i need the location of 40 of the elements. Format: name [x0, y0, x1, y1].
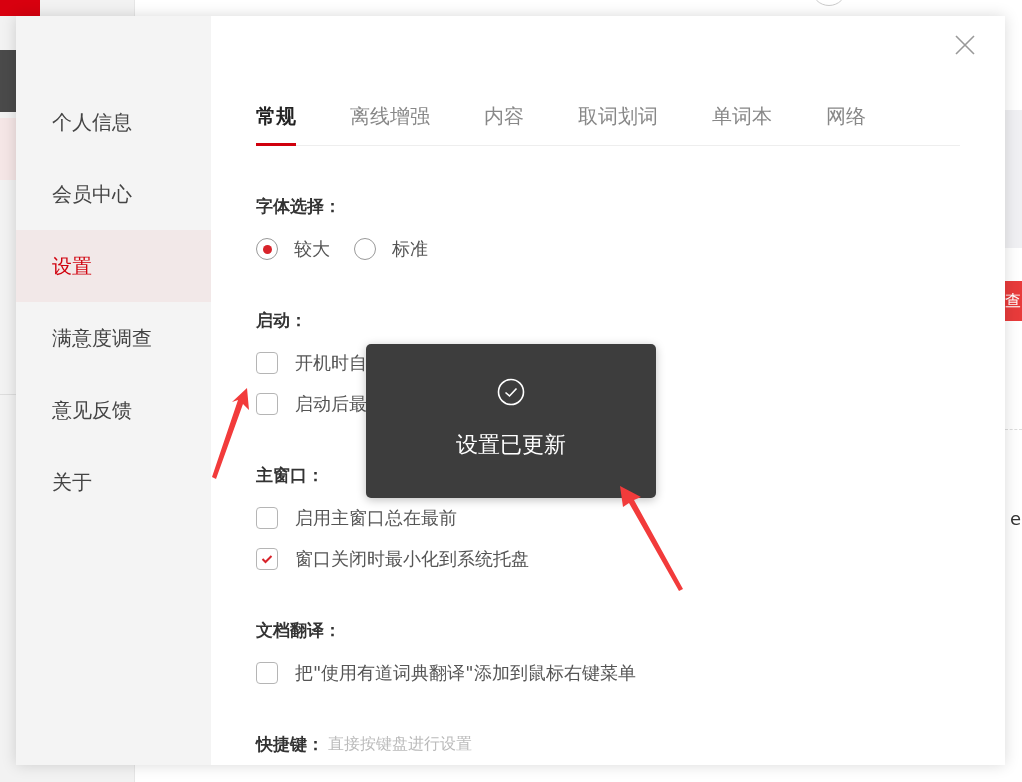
checkbox[interactable]	[256, 393, 278, 415]
section-title: 主窗口：	[256, 464, 324, 487]
checkbox[interactable]	[256, 507, 278, 529]
section-title: 字体选择：	[256, 195, 341, 218]
nav-item[interactable]: 满意度调查	[16, 302, 211, 374]
tab[interactable]: 内容	[484, 100, 524, 146]
hint-text: 直接按键盘进行设置	[328, 733, 472, 755]
radio-button[interactable]	[256, 238, 278, 260]
option-label: 启用主窗口总在最前	[295, 506, 457, 530]
radio-button[interactable]	[354, 238, 376, 260]
section-title: 文档翻译：	[256, 619, 341, 642]
tab[interactable]: 取词划词	[578, 100, 658, 146]
option-label: 窗口关闭时最小化到系统托盘	[295, 547, 529, 571]
nav-item[interactable]: 意见反馈	[16, 374, 211, 446]
toast-message: 设置已更新	[456, 431, 566, 459]
tab[interactable]: 离线增强	[350, 100, 430, 146]
section-title: 启动：	[256, 309, 307, 332]
nav-item[interactable]: 会员中心	[16, 158, 211, 230]
close-icon[interactable]	[955, 35, 975, 55]
option-label: 开机时自	[295, 351, 367, 375]
text-fragment: e	[1010, 508, 1022, 530]
check-circle-icon	[497, 378, 525, 406]
checkmark-icon	[261, 554, 273, 564]
nav-item[interactable]: 关于	[16, 446, 211, 518]
nav-item[interactable]: 设置	[16, 230, 211, 302]
option-label: 把"使用有道词典翻译"添加到鼠标右键菜单	[295, 661, 636, 685]
checkbox[interactable]	[256, 548, 278, 570]
tab[interactable]: 单词本	[712, 100, 772, 146]
app-logo[interactable]	[0, 0, 40, 16]
section-title: 快捷键：	[256, 733, 324, 756]
tab[interactable]: 网络	[826, 100, 866, 146]
nav-item[interactable]: 个人信息	[16, 86, 211, 158]
checkbox[interactable]	[256, 662, 278, 684]
option-label: 标准	[392, 237, 428, 261]
tab[interactable]: 常规	[256, 100, 296, 146]
search-button[interactable]: 查	[1005, 281, 1022, 321]
option-label: 较大	[294, 237, 330, 261]
option-label: 启动后最	[295, 392, 367, 416]
checkbox[interactable]	[256, 352, 278, 374]
tab-marker	[0, 50, 16, 112]
